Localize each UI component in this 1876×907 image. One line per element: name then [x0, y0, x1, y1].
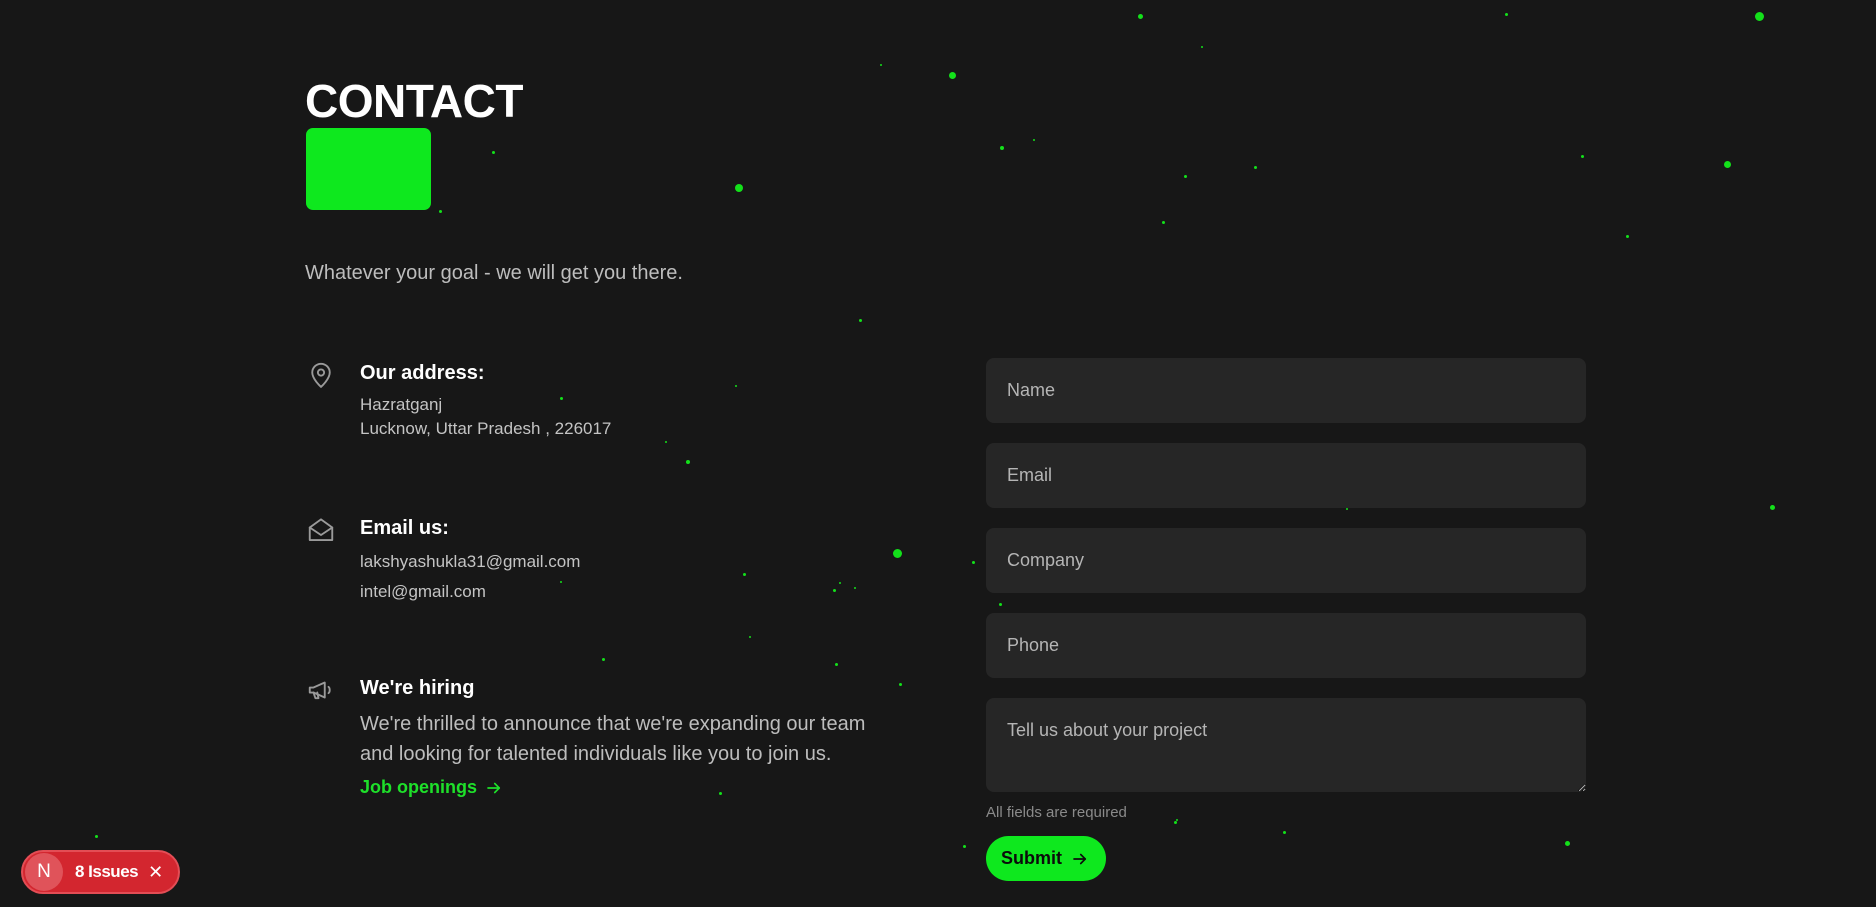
particle-dot — [971, 560, 975, 564]
required-note: All fields are required — [986, 804, 1127, 821]
particle-dot — [1183, 174, 1187, 178]
address-line: Lucknow, Uttar Pradesh , 226017 — [360, 419, 612, 438]
particle-dot — [749, 636, 751, 638]
hiring-description: We're thrilled to announce that we're ex… — [360, 713, 866, 765]
particle-background — [0, 0, 1876, 907]
close-icon[interactable]: ✕ — [148, 863, 163, 881]
particle-dot — [1769, 504, 1775, 510]
particle-dot — [880, 64, 882, 66]
email-address-link[interactable]: intel@gmail.com — [360, 577, 920, 607]
submit-label: Submit — [1001, 848, 1062, 868]
job-openings-label: Job openings — [360, 777, 477, 797]
particle-dot — [491, 150, 495, 154]
particle-dot — [735, 184, 743, 192]
particle-dot — [1161, 220, 1165, 224]
hiring-heading: We're hiring — [360, 677, 475, 699]
tagline: Whatever your goal - we will get you the… — [305, 262, 683, 284]
email-heading: Email us: — [360, 517, 449, 539]
particle-dot — [1253, 165, 1257, 169]
particle-dot — [1625, 234, 1629, 238]
megaphone-icon — [306, 675, 336, 705]
particle-dot — [686, 460, 690, 464]
particle-dot — [858, 318, 862, 322]
particle-dot — [1754, 11, 1764, 21]
particle-dot — [1201, 46, 1203, 48]
email-input[interactable] — [986, 443, 1586, 508]
project-textarea[interactable] — [986, 698, 1586, 792]
issues-badge[interactable]: N 8 Issues ✕ — [21, 850, 180, 894]
issues-count: 8 Issues — [75, 862, 139, 881]
envelope-open-icon — [306, 515, 336, 545]
particle-dot — [962, 844, 966, 848]
job-openings-link[interactable]: Job openings — [360, 777, 503, 798]
particle-dot — [601, 657, 605, 661]
email-address-link[interactable]: lakshyashukla31@gmail.com — [360, 547, 920, 577]
accent-block — [306, 128, 431, 210]
submit-button[interactable]: Submit — [986, 836, 1106, 881]
particle-dot — [438, 209, 442, 213]
particle-dot — [1000, 146, 1004, 150]
particle-dot — [1504, 12, 1508, 16]
particle-dot — [948, 71, 956, 79]
particle-dot — [1033, 139, 1035, 141]
address-line: Hazratganj — [360, 395, 443, 414]
particle-dot — [834, 662, 838, 666]
location-pin-icon — [306, 360, 336, 390]
name-input[interactable] — [986, 358, 1586, 423]
arrow-right-icon — [487, 782, 501, 793]
particle-dot — [665, 441, 667, 443]
contact-form: All fields are required Submit — [986, 358, 1586, 881]
phone-input[interactable] — [986, 613, 1586, 678]
particle-dot — [1137, 13, 1143, 19]
address-heading: Our address: — [360, 362, 485, 384]
particle-dot — [1580, 154, 1584, 158]
particle-dot — [1723, 160, 1731, 168]
company-input[interactable] — [986, 528, 1586, 593]
nextjs-avatar: N — [25, 853, 63, 891]
page-title: CONTACT — [305, 75, 523, 127]
particle-dot — [94, 834, 98, 838]
arrow-right-icon — [1073, 853, 1087, 864]
